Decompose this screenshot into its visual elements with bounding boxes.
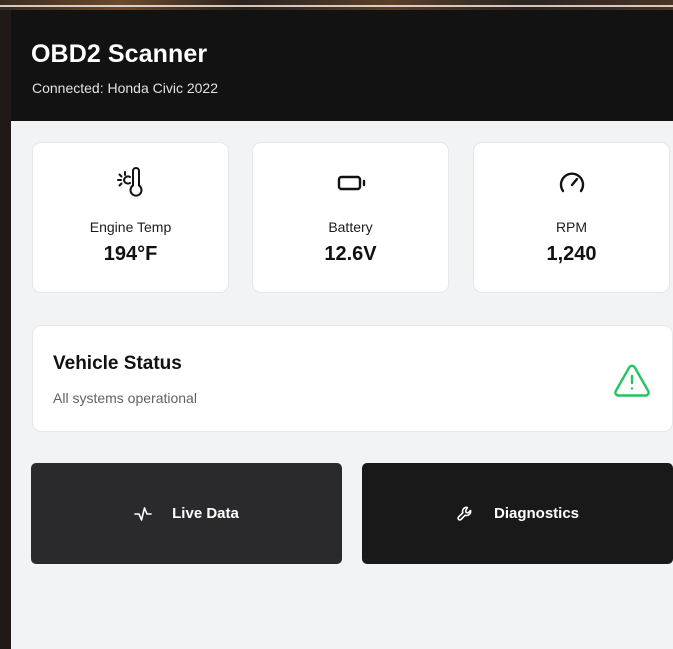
stat-value: 12.6V (324, 243, 377, 265)
connection-status: Connected: Honda Civic 2022 (32, 80, 219, 96)
app-header: OBD2 Scanner Connected: Honda Civic 2022 (11, 10, 673, 121)
status-title: Vehicle Status (53, 353, 182, 374)
app-title: OBD2 Scanner (31, 40, 208, 68)
engine-temp-card: Engine Temp 194°F (32, 142, 229, 293)
stat-value: 194°F (103, 243, 158, 265)
obd2-app: OBD2 Scanner Connected: Honda Civic 2022… (11, 10, 673, 649)
stat-value: 1,240 (546, 243, 597, 265)
background-photo-strip (0, 0, 673, 10)
live-data-label: Live Data (172, 505, 239, 522)
diagnostics-label: Diagnostics (493, 505, 580, 522)
gauge-icon (474, 167, 669, 199)
vehicle-status-card: Vehicle Status All systems operational (32, 325, 673, 432)
status-text: All systems operational (53, 390, 197, 406)
diagnostics-button[interactable]: Diagnostics (362, 463, 673, 564)
warning-triangle-icon (612, 362, 652, 398)
live-data-button[interactable]: Live Data (31, 463, 342, 564)
stat-label: Battery (328, 219, 373, 235)
battery-card: Battery 12.6V (252, 142, 449, 293)
battery-icon (253, 167, 448, 199)
activity-icon (134, 505, 152, 523)
stat-label: Engine Temp (89, 219, 172, 235)
wrench-icon (456, 505, 474, 523)
thermometer-icon (33, 167, 228, 199)
stat-label: RPM (555, 219, 588, 235)
rpm-card: RPM 1,240 (473, 142, 670, 293)
